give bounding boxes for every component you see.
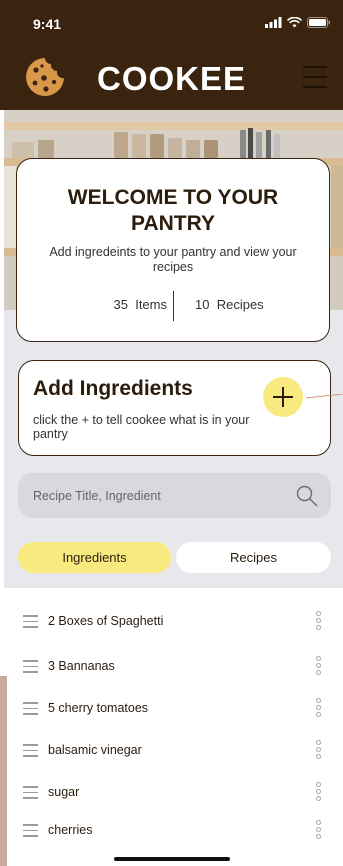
signal-icon (265, 17, 282, 28)
menu-button[interactable] (303, 66, 327, 92)
recipes-label: Recipes (216, 297, 264, 312)
drag-handle-icon[interactable] (23, 744, 38, 758)
welcome-subtitle: Add ingredeints to your pantry and view … (49, 245, 297, 274)
more-vertical-icon[interactable] (316, 656, 324, 678)
list-item[interactable]: 3 Bannanas (0, 645, 343, 687)
drag-handle-icon[interactable] (23, 660, 38, 674)
items-stat[interactable]: 35 Items (114, 297, 168, 312)
ingredient-label: sugar (48, 785, 80, 799)
tab-recipes[interactable]: Recipes (176, 542, 331, 573)
welcome-title: WELCOME TO YOUR PANTRY (67, 186, 279, 235)
list-item[interactable]: balsamic vinegar (0, 729, 343, 771)
list-item[interactable]: sugar (0, 771, 343, 813)
add-ingredients-subtitle: click the + to tell cookee what is in yo… (33, 413, 250, 441)
stats-divider (173, 291, 174, 321)
status-time: 9:41 (33, 16, 62, 32)
pantry-stats: 35 Items 10 Recipes (17, 291, 329, 321)
home-indicator[interactable] (114, 857, 230, 861)
drag-handle-icon[interactable] (23, 702, 38, 716)
search-icon[interactable] (295, 484, 319, 508)
menu-icon (303, 66, 327, 88)
app-header: COOKEE (0, 46, 343, 110)
search-bar[interactable] (18, 473, 331, 518)
side-decoration (0, 676, 7, 866)
items-label: Items (135, 297, 167, 312)
wifi-icon (287, 17, 302, 28)
add-ingredients-card: Add Ingredients click the + to tell cook… (18, 360, 331, 456)
list-item[interactable]: 5 cherry tomatoes (0, 687, 343, 729)
recipes-stat[interactable]: 10 Recipes (195, 297, 264, 312)
welcome-card: WELCOME TO YOUR PANTRY Add ingredeints t… (16, 158, 330, 342)
list-item[interactable]: cherries (0, 809, 343, 851)
drag-handle-icon[interactable] (23, 615, 38, 629)
ingredient-label: balsamic vinegar (48, 743, 142, 757)
add-ingredients-title: Add Ingredients (33, 377, 193, 400)
status-icons (265, 17, 331, 28)
tab-bar: Ingredients Recipes (18, 542, 331, 573)
ingredient-label: cherries (48, 823, 93, 837)
more-vertical-icon[interactable] (316, 820, 324, 842)
add-ingredient-button[interactable] (263, 377, 303, 417)
app-title: COOKEE (96, 60, 247, 97)
recipes-count: 10 (195, 297, 210, 312)
items-count: 35 (113, 297, 128, 312)
more-vertical-icon[interactable] (316, 611, 324, 633)
drag-handle-icon[interactable] (23, 824, 38, 838)
ingredient-label: 5 cherry tomatoes (48, 701, 149, 715)
plus-icon (273, 387, 293, 407)
drag-handle-icon[interactable] (23, 786, 38, 800)
ingredient-label: 3 Bannanas (48, 659, 115, 673)
tab-ingredients[interactable]: Ingredients (18, 542, 171, 573)
search-input[interactable] (33, 473, 283, 518)
status-bar: 9:41 (0, 0, 343, 46)
more-vertical-icon[interactable] (316, 782, 324, 804)
list-item[interactable]: 2 Boxes of Spaghetti (0, 600, 343, 642)
ingredient-label: 2 Boxes of Spaghetti (48, 614, 164, 628)
annotation-line (306, 394, 343, 399)
battery-icon (307, 17, 330, 28)
more-vertical-icon[interactable] (316, 740, 324, 762)
more-vertical-icon[interactable] (316, 698, 324, 720)
